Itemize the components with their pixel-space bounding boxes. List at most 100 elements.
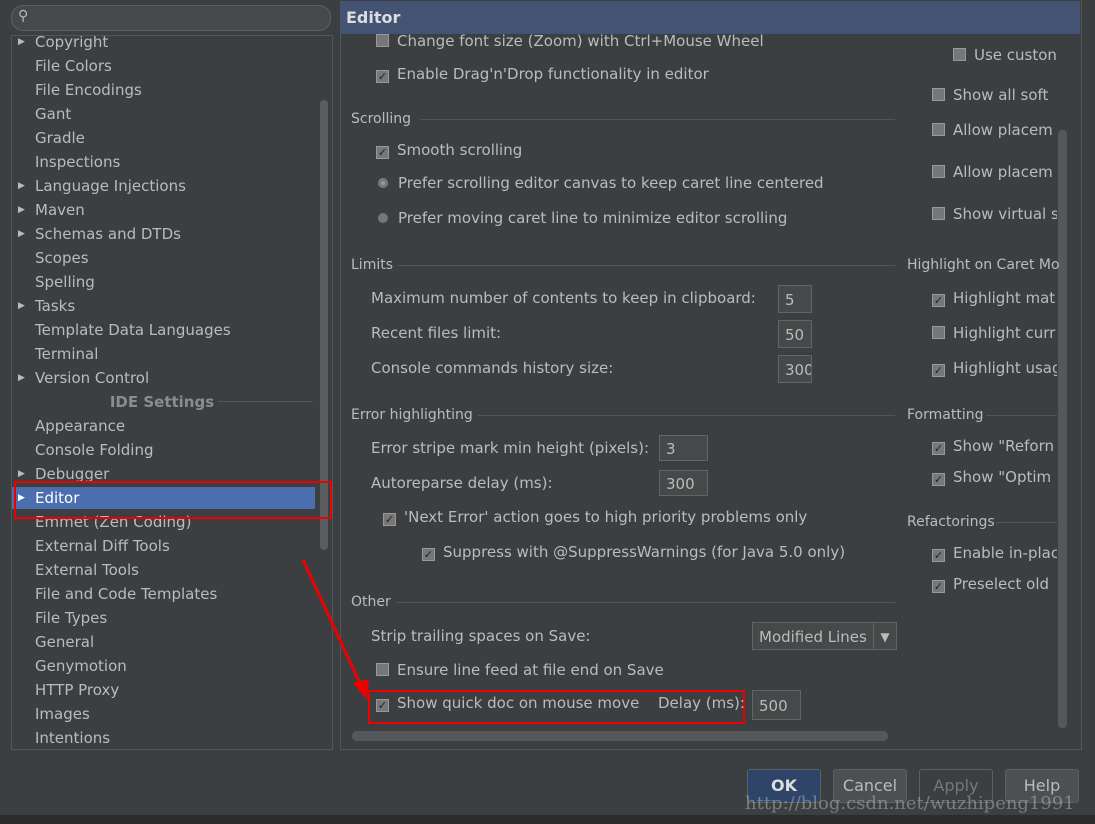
limit-input[interactable]: 50 (778, 320, 812, 348)
checkbox-checked[interactable]: ✓ (932, 549, 945, 562)
expand-arrow-icon[interactable]: ▶ (18, 295, 25, 317)
sidebar-item[interactable]: Terminal (12, 343, 315, 365)
checkbox[interactable] (932, 123, 945, 136)
expand-arrow-icon[interactable]: ▶ (18, 367, 25, 389)
checkbox-checked[interactable]: ✓ (376, 70, 389, 83)
option-suppress-warnings[interactable]: ✓ Suppress with @SuppressWarnings (for Ja… (422, 543, 845, 561)
radio[interactable] (378, 213, 388, 223)
right-option[interactable]: ✓ Preselect old (932, 575, 1057, 593)
checkbox-checked[interactable]: ✓ (422, 548, 435, 561)
option-quick-doc[interactable]: ✓ Show quick doc on mouse move (376, 694, 639, 712)
checkbox-checked[interactable]: ✓ (932, 364, 945, 377)
sidebar-item[interactable]: Images (12, 703, 315, 725)
strip-trailing-spaces-select[interactable]: Modified Lines ▼ (752, 622, 897, 650)
sidebar-item[interactable]: External Diff Tools (12, 535, 315, 557)
radio-move-caret[interactable]: Prefer moving caret line to minimize edi… (378, 209, 787, 227)
expand-arrow-icon[interactable]: ▶ (18, 36, 25, 53)
sidebar-item[interactable]: HTTP Proxy (12, 679, 315, 701)
sidebar-item[interactable]: General (12, 631, 315, 653)
quick-doc-delay-input[interactable]: 500 (752, 690, 801, 720)
right-option[interactable]: ✓ Enable in-plac (932, 544, 1057, 562)
right-option[interactable]: Use custon (953, 46, 1057, 64)
sidebar-item[interactable]: Inspections (12, 151, 315, 173)
right-option[interactable]: ✓ Show "Reforn (932, 437, 1057, 455)
checkbox[interactable] (376, 34, 389, 47)
sidebar-item[interactable]: File and Code Templates (12, 583, 315, 605)
option-next-error[interactable]: ✓ 'Next Error' action goes to high priori… (383, 508, 807, 526)
option-change-font-size[interactable]: Change font size (Zoom) with Ctrl+Mouse … (376, 34, 764, 54)
expand-arrow-icon[interactable]: ▶ (18, 175, 25, 197)
limit-input[interactable]: 5 (778, 285, 812, 313)
checkbox[interactable] (932, 207, 945, 220)
label: Smooth scrolling (397, 141, 523, 159)
expand-arrow-icon[interactable]: ▶ (18, 223, 25, 245)
sidebar-item[interactable]: ▶ Language Injections (12, 175, 315, 197)
label: Highlight curr (953, 324, 1056, 342)
right-option[interactable]: Allow placem (932, 163, 1057, 181)
checkbox-checked[interactable]: ✓ (376, 146, 389, 159)
radio-selected[interactable] (378, 178, 388, 188)
limit-input[interactable]: 300 (778, 355, 812, 383)
sidebar-item[interactable]: Gradle (12, 127, 315, 149)
right-option[interactable]: Show all soft (932, 86, 1057, 104)
sidebar-item[interactable]: ▶ Schemas and DTDs (12, 223, 315, 245)
sidebar-item-label: Intentions (35, 729, 111, 747)
autoreparse-delay-input[interactable]: 300 (659, 470, 708, 496)
sidebar-item[interactable]: External Tools (12, 559, 315, 581)
sidebar-item[interactable]: ▶ Version Control (12, 367, 315, 389)
group-scrolling: Scrolling (351, 111, 412, 127)
right-option[interactable]: ✓ Highlight usag (932, 359, 1057, 377)
stripe-height-input[interactable]: 3 (659, 435, 708, 461)
sidebar-item[interactable]: Scopes (12, 247, 315, 269)
search-input[interactable]: ⚲ (11, 5, 331, 31)
label: Preselect old (953, 575, 1050, 593)
sidebar-item-label: Gradle (35, 129, 85, 147)
sidebar-item[interactable]: File Types (12, 607, 315, 629)
checkbox[interactable] (376, 663, 389, 676)
right-option[interactable]: ✓ Highlight mat (932, 289, 1057, 307)
checkbox-checked[interactable]: ✓ (383, 513, 396, 526)
checkbox-checked[interactable]: ✓ (932, 442, 945, 455)
horizontal-scrollbar[interactable] (352, 731, 888, 741)
checkbox[interactable] (953, 48, 966, 61)
sidebar-item[interactable]: Gant (12, 103, 315, 125)
sidebar-item[interactable]: Intentions (12, 727, 315, 749)
option-line-feed[interactable]: Ensure line feed at file end on Save (376, 661, 664, 679)
sidebar-item-label: Genymotion (35, 657, 127, 675)
label: Highlight usag (953, 359, 1057, 377)
checkbox-checked[interactable]: ✓ (932, 294, 945, 307)
sidebar-item[interactable]: File Encodings (12, 79, 315, 101)
option-smooth-scrolling[interactable]: ✓ Smooth scrolling (376, 141, 522, 159)
right-option[interactable]: Highlight curr (932, 324, 1057, 342)
sidebar-item[interactable]: File Colors (12, 55, 315, 77)
right-option[interactable]: Show virtual s (932, 205, 1057, 223)
sidebar-item-label: File Types (35, 609, 108, 627)
right-option[interactable]: Allow placem (932, 121, 1057, 139)
sidebar-item[interactable]: Genymotion (12, 655, 315, 677)
sidebar-item[interactable]: ▶ Tasks (12, 295, 315, 317)
label: Recent files limit: (371, 324, 502, 342)
sidebar-item[interactable]: Console Folding (12, 439, 315, 461)
sidebar-item[interactable]: Spelling (12, 271, 315, 293)
option-drag-drop[interactable]: ✓ Enable Drag'n'Drop functionality in edi… (376, 65, 709, 83)
panel-scrollbar[interactable] (1058, 130, 1067, 728)
radio-keep-caret-centered[interactable]: Prefer scrolling editor canvas to keep c… (378, 174, 824, 192)
sidebar-item-label: Console Folding (35, 441, 154, 459)
page-title: Editor (340, 1, 1080, 34)
right-option[interactable]: ✓ Show "Optim (932, 468, 1057, 486)
label: Show "Reforn (953, 437, 1054, 455)
checkbox[interactable] (932, 88, 945, 101)
sidebar-item-label: External Diff Tools (35, 537, 170, 555)
expand-arrow-icon[interactable]: ▶ (18, 199, 25, 221)
sidebar-item[interactable]: Template Data Languages (12, 319, 315, 341)
sidebar-item[interactable]: ▶ Maven (12, 199, 315, 221)
sidebar-item[interactable]: ▶ Copyright (12, 36, 315, 53)
checkbox[interactable] (932, 165, 945, 178)
checkbox-checked[interactable]: ✓ (376, 699, 389, 712)
sidebar-item[interactable]: Appearance (12, 415, 315, 437)
sidebar-item-label: File and Code Templates (35, 585, 218, 603)
checkbox-checked[interactable]: ✓ (932, 580, 945, 593)
divider (986, 415, 1057, 416)
checkbox[interactable] (932, 326, 945, 339)
checkbox-checked[interactable]: ✓ (932, 473, 945, 486)
